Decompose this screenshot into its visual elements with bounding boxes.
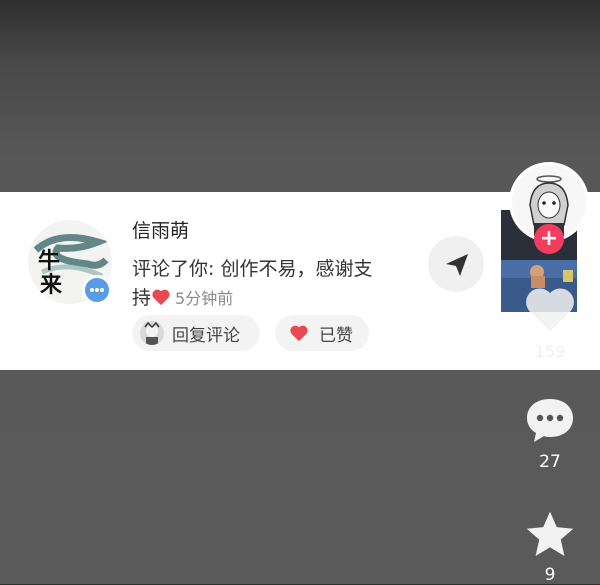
commenter-name[interactable]: 信雨萌 xyxy=(132,216,189,243)
timestamp: 5分钟前 xyxy=(175,289,234,308)
like-heart-icon[interactable] xyxy=(522,284,578,334)
liked-label: 已赞 xyxy=(319,325,353,346)
comment-text-end: 持 xyxy=(132,287,152,309)
heart-icon xyxy=(289,324,309,342)
comment-badge-icon xyxy=(82,275,112,305)
favorite-count: 9 xyxy=(544,565,556,585)
send-button[interactable] xyxy=(428,236,484,292)
comment-icon[interactable] xyxy=(524,396,576,444)
heart-emoji-icon xyxy=(151,288,171,306)
svg-text:来: 来 xyxy=(39,272,63,298)
my-avatar xyxy=(140,321,164,345)
send-icon xyxy=(446,254,468,276)
follow-plus-button[interactable]: + xyxy=(534,224,564,254)
favorite-star-icon[interactable] xyxy=(522,507,578,563)
comment-count: 27 xyxy=(539,452,561,472)
reply-comment-button[interactable]: 回复评论 xyxy=(132,315,260,351)
svg-text:牛: 牛 xyxy=(38,248,60,274)
reply-label: 回复评论 xyxy=(172,325,240,346)
like-count: 159 xyxy=(534,342,566,361)
comment-text: 评论了你: 创作不易，感谢支 xyxy=(132,258,373,280)
comment-text-line2: 持 5分钟前 xyxy=(132,283,233,310)
liked-button[interactable]: 已赞 xyxy=(275,315,369,351)
